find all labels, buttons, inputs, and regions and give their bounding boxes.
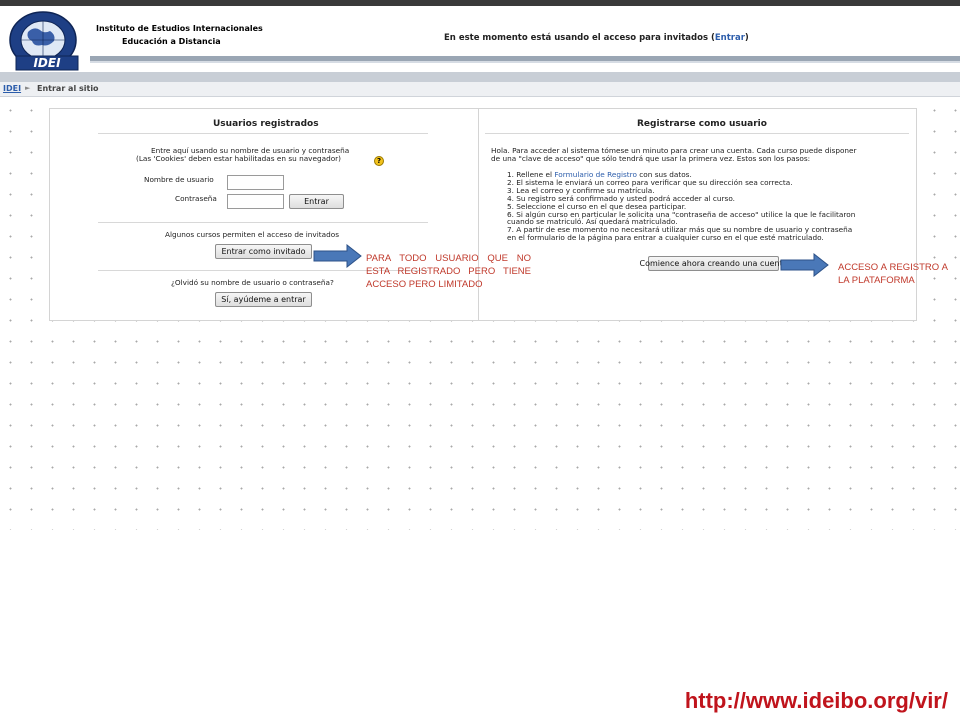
signup-step: en el formulario de la página para entra…	[507, 234, 855, 242]
breadcrumb-separator-icon: ►	[25, 84, 31, 92]
signup-step-text: en el formulario de la página para entra…	[507, 233, 824, 243]
site-header: IDEI Instituto de Estudios Internacional…	[0, 6, 960, 72]
username-label: Nombre de usuario	[144, 175, 214, 184]
password-input[interactable]	[227, 194, 284, 209]
username-input[interactable]	[227, 175, 284, 190]
guest-login-button[interactable]: Entrar como invitado	[215, 244, 312, 259]
breadcrumb-home-link[interactable]: IDEI	[3, 84, 21, 93]
login-intro-line2: (Las 'Cookies' deben estar habilitadas e…	[136, 154, 342, 163]
header-rule-light	[90, 61, 960, 63]
signup-title-divider	[485, 133, 909, 134]
login-divider-1	[98, 222, 428, 223]
footer-url[interactable]: http://www.ideibo.org/vir/	[685, 688, 948, 714]
login-title-divider	[98, 133, 428, 134]
guest-annotation: PARA TODO USUARIO QUE NO ESTA REGISTRADO…	[366, 253, 531, 290]
password-label: Contraseña	[175, 194, 217, 203]
guest-message-text: En este momento está usando el acceso pa…	[444, 33, 715, 43]
forgot-password-text: ¿Olvidó su nombre de usuario o contraseñ…	[171, 278, 334, 287]
svg-text:IDEI: IDEI	[33, 56, 61, 70]
nav-bar	[0, 72, 960, 82]
breadcrumb	[0, 82, 960, 97]
idei-logo[interactable]: IDEI	[6, 10, 86, 74]
guest-arrow-icon	[313, 244, 362, 268]
guest-access-text: Algunos cursos permiten el acceso de inv…	[165, 230, 340, 239]
help-icon[interactable]: ?	[374, 156, 384, 166]
login-panel-title: Usuarios registrados	[213, 119, 319, 129]
institute-name: Instituto de Estudios Internacionales	[96, 24, 263, 33]
institute-subtitle: Educación a Distancia	[122, 37, 221, 46]
login-button[interactable]: Entrar	[289, 194, 344, 209]
signup-steps-list: 1. Rellene el Formulario de Registro con…	[507, 171, 855, 242]
signup-annotation: ACCESO A REGISTRO A LA PLATAFORMA	[838, 262, 948, 286]
signup-intro-line2: de una "clave de acceso" que sólo tendrá…	[491, 154, 811, 163]
guest-access-message: En este momento está usando el acceso pa…	[444, 33, 749, 43]
signup-panel-title: Registrarse como usuario	[637, 119, 767, 129]
breadcrumb-current: Entrar al sitio	[37, 84, 99, 93]
create-account-button[interactable]: Comience ahora creando una cuenta	[640, 256, 787, 271]
signup-arrow-icon	[780, 253, 829, 277]
guest-message-end: )	[744, 33, 749, 43]
forgot-password-button[interactable]: Sí, ayúdeme a entrar	[215, 292, 312, 307]
guest-login-link[interactable]: Entrar	[715, 33, 745, 43]
